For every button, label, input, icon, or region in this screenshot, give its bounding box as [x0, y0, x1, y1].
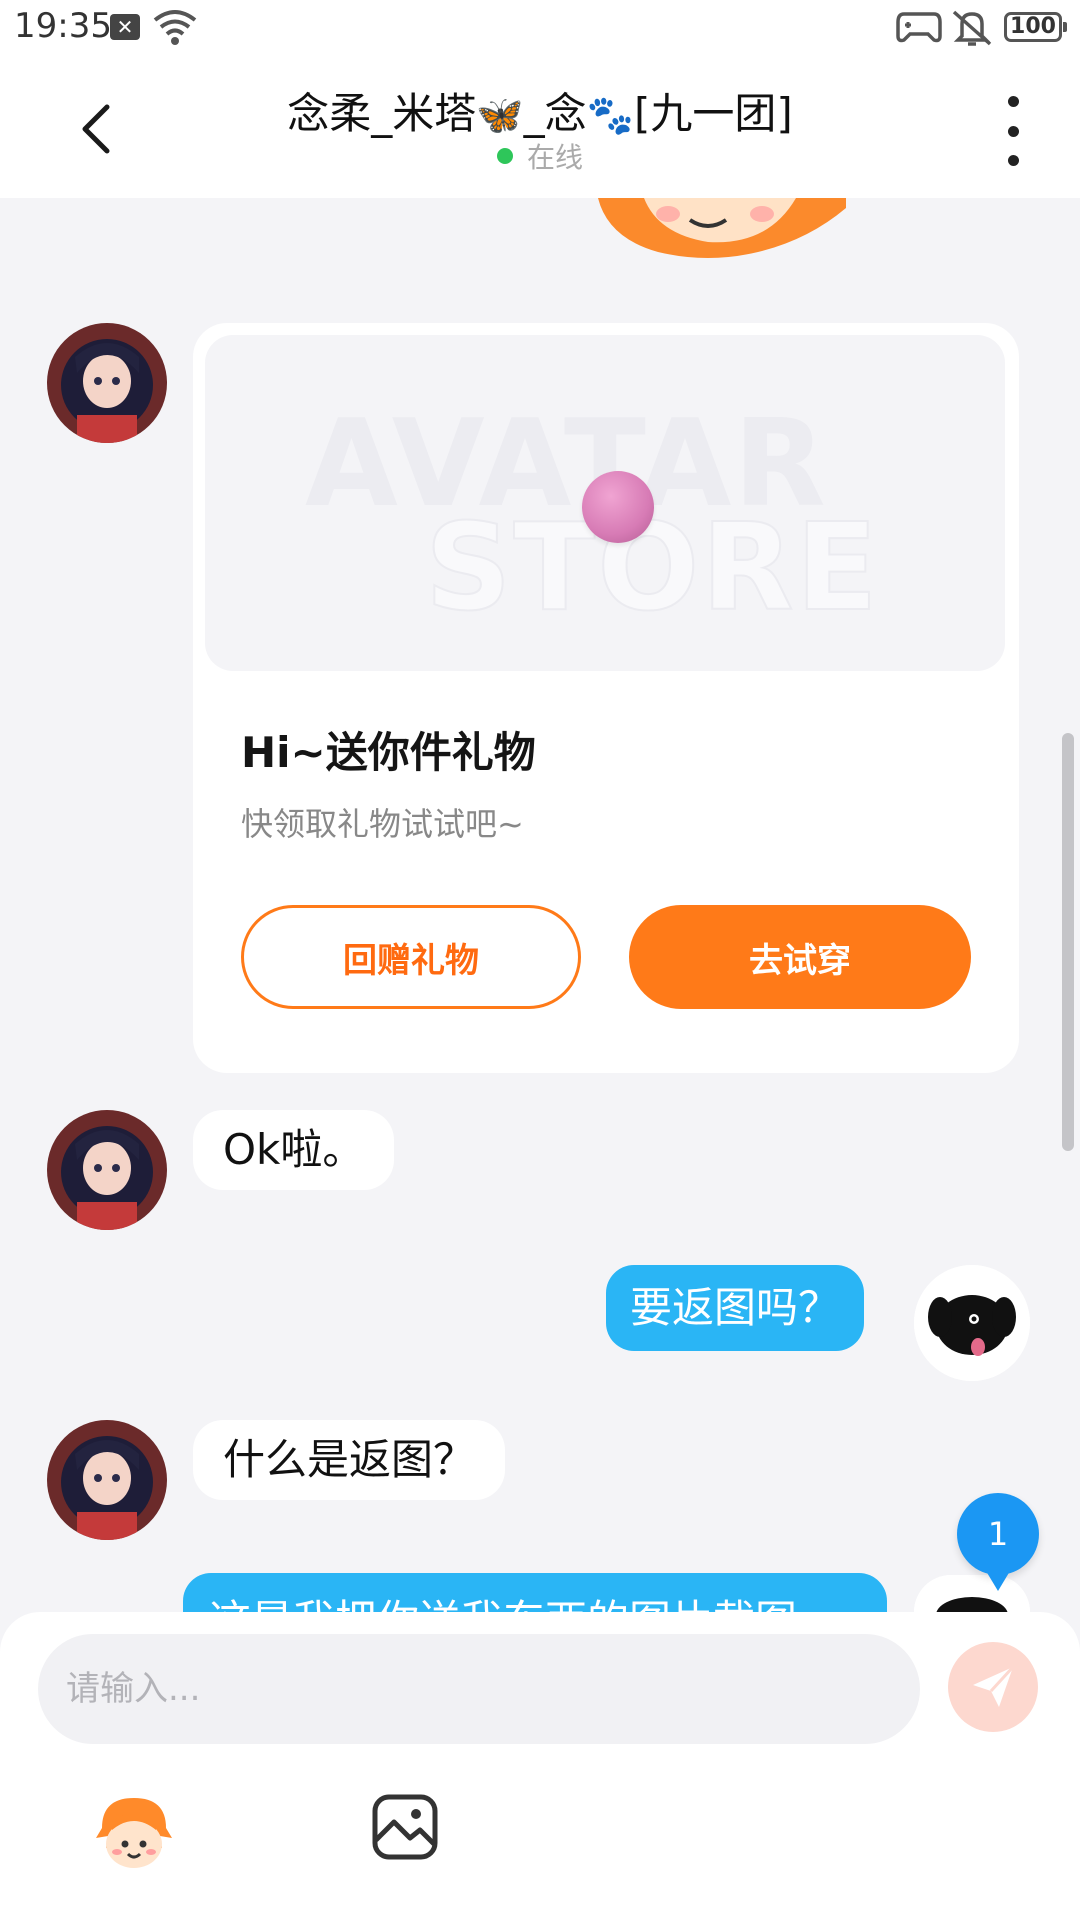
message-input[interactable] [38, 1634, 920, 1744]
scrollbar[interactable] [1062, 733, 1074, 1151]
more-button[interactable] [990, 96, 1036, 166]
watermark-store: STORE [424, 498, 880, 639]
gift-item-icon [582, 471, 654, 543]
more-icon-dot [1007, 125, 1019, 137]
my-avatar[interactable] [914, 1265, 1030, 1381]
return-gift-button[interactable]: 回赠礼物 [241, 905, 581, 1009]
title-group: [九一团] [633, 89, 793, 138]
my-avatar[interactable] [914, 1575, 1030, 1612]
more-icon-dot [1007, 96, 1019, 107]
image-icon [372, 1794, 438, 1860]
x-notification-icon: ✕ [110, 14, 140, 40]
message-bubble-outgoing[interactable]: 要返图吗？ [606, 1265, 865, 1351]
paw-icon: 🐾 [586, 93, 634, 137]
chat-title: 念柔_米塔🦋_念🐾[九一团] [180, 80, 900, 141]
butterfly-icon: 🦋 [476, 93, 524, 137]
avatar-image [47, 323, 167, 443]
cartoon-sticker-icon [598, 198, 846, 258]
message-text: 这是我把你送我东西的图片截图 [209, 1587, 797, 1613]
composer [0, 1612, 1080, 1920]
try-on-button[interactable]: 去试穿 [629, 905, 971, 1009]
status-time: 19:35 [14, 6, 112, 46]
send-button[interactable] [948, 1642, 1038, 1732]
gift-preview[interactable]: AVATAR STORE [205, 335, 1005, 671]
black-dog-icon [914, 1265, 1030, 1381]
image-button[interactable] [370, 1792, 440, 1862]
gift-subtitle: 快领取礼物试试吧~ [241, 805, 524, 843]
status-bar: 19:35 ✕ 100 [0, 0, 1080, 56]
contact-avatar[interactable] [47, 323, 167, 443]
online-dot-icon [496, 148, 513, 164]
message-bubble-incoming[interactable]: 什么是返图？ [193, 1420, 506, 1500]
contact-avatar[interactable] [47, 1110, 167, 1230]
send-icon [973, 1665, 1015, 1707]
sticker-image[interactable] [598, 198, 848, 260]
online-status: 在线 [0, 136, 1080, 176]
contact-avatar[interactable] [47, 1420, 167, 1540]
title-name-suffix: _念 [523, 89, 587, 138]
unread-badge[interactable]: 1 [957, 1493, 1039, 1591]
avatar-image [47, 1420, 167, 1540]
chat-header: 念柔_米塔🦋_念🐾[九一团] 在线 [0, 56, 1080, 198]
avatar-image [47, 1110, 167, 1230]
more-icon-dot [1007, 155, 1019, 166]
gift-title: Hi~送你件礼物 [241, 728, 536, 777]
wifi-icon [153, 10, 197, 45]
message-bubble-incoming[interactable]: Ok啦。 [193, 1110, 395, 1190]
battery-icon: 100 [1004, 12, 1067, 42]
online-status-text: 在线 [526, 141, 583, 174]
bell-mute-icon [952, 10, 992, 46]
title-name: 念柔_米塔 [287, 89, 477, 138]
gift-card: AVATAR STORE Hi~送你件礼物 快领取礼物试试吧~ 回赠礼物 去试穿 [193, 323, 1019, 1073]
gamepad-icon [896, 12, 942, 43]
message-bubble-outgoing[interactable]: 这是我把你送我东西的图片截图 [183, 1573, 887, 1613]
emoji-button[interactable] [92, 1792, 176, 1876]
black-dog-icon [914, 1575, 1030, 1612]
emoji-icon [96, 1798, 172, 1868]
